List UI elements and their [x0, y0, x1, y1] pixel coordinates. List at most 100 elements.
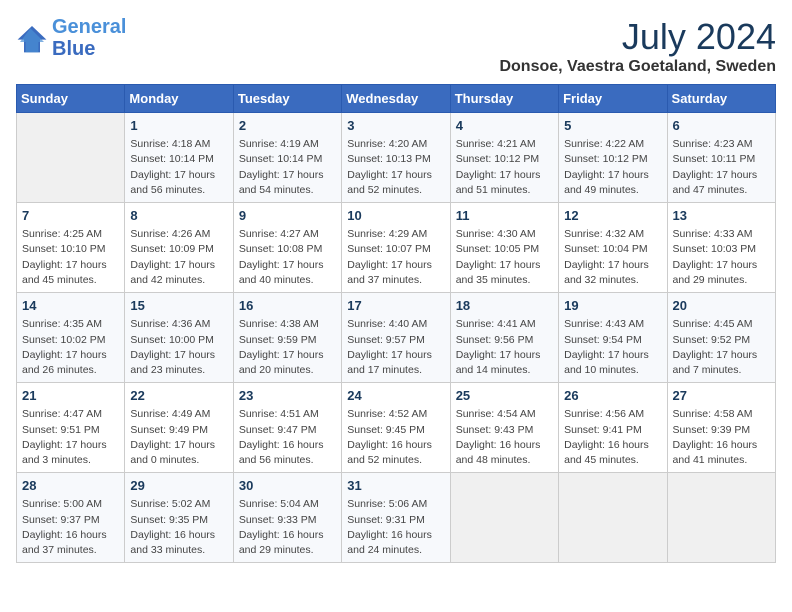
day-info: Sunrise: 4:33 AM Sunset: 10:03 PM Daylig… — [673, 227, 770, 288]
weekday-header-monday: Monday — [125, 85, 233, 113]
day-number: 21 — [22, 387, 119, 405]
title-block: July 2024 Donsoe, Vaestra Goetaland, Swe… — [499, 16, 776, 76]
calendar-cell: 5Sunrise: 4:22 AM Sunset: 10:12 PM Dayli… — [559, 113, 667, 203]
day-info: Sunrise: 4:52 AM Sunset: 9:45 PM Dayligh… — [347, 407, 444, 468]
calendar-cell: 7 Sunrise: 4:25 AM Sunset: 10:10 PM Dayli… — [17, 203, 125, 293]
calendar-cell: 30 Sunrise: 5:04 AM Sunset: 9:33 PM Dayli… — [233, 473, 341, 563]
calendar-cell: 1Sunrise: 4:18 AM Sunset: 10:14 PM Dayli… — [125, 113, 233, 203]
day-number: 14 — [22, 297, 119, 315]
calendar-cell: 11 Sunrise: 4:30 AM Sunset: 10:05 PM Dayl… — [450, 203, 558, 293]
calendar-cell: 4Sunrise: 4:21 AM Sunset: 10:12 PM Dayli… — [450, 113, 558, 203]
calendar-cell — [450, 473, 558, 563]
calendar-cell — [17, 113, 125, 203]
calendar-cell: 31 Sunrise: 5:06 AM Sunset: 9:31 PM Dayli… — [342, 473, 450, 563]
day-number: 25 — [456, 387, 553, 405]
day-info: Sunrise: 4:30 AM Sunset: 10:05 PM Daylig… — [456, 227, 553, 288]
day-info: Sunrise: 4:51 AM Sunset: 9:47 PM Dayligh… — [239, 407, 336, 468]
calendar-cell: 19Sunrise: 4:43 AM Sunset: 9:54 PM Dayli… — [559, 293, 667, 383]
calendar-cell: 22 Sunrise: 4:49 AM Sunset: 9:49 PM Dayli… — [125, 383, 233, 473]
day-info: Sunrise: 4:40 AM Sunset: 9:57 PM Dayligh… — [347, 317, 444, 378]
calendar-cell: 27 Sunrise: 4:58 AM Sunset: 9:39 PM Dayli… — [667, 383, 775, 473]
calendar-cell: 21 Sunrise: 4:47 AM Sunset: 9:51 PM Dayli… — [17, 383, 125, 473]
day-number: 3 — [347, 117, 444, 135]
weekday-header-saturday: Saturday — [667, 85, 775, 113]
day-number: 10 — [347, 207, 444, 225]
day-info: Sunrise: 4:19 AM Sunset: 10:14 PM Daylig… — [239, 137, 336, 198]
calendar-cell: 10 Sunrise: 4:29 AM Sunset: 10:07 PM Dayl… — [342, 203, 450, 293]
day-info: Sunrise: 4:18 AM Sunset: 10:14 PM Daylig… — [130, 137, 227, 198]
day-number: 7 — [22, 207, 119, 225]
day-info: Sunrise: 4:54 AM Sunset: 9:43 PM Dayligh… — [456, 407, 553, 468]
day-info: Sunrise: 4:58 AM Sunset: 9:39 PM Dayligh… — [673, 407, 770, 468]
day-number: 28 — [22, 477, 119, 495]
day-info: Sunrise: 4:35 AM Sunset: 10:02 PM Daylig… — [22, 317, 119, 378]
calendar-cell: 3 Sunrise: 4:20 AM Sunset: 10:13 PM Dayli… — [342, 113, 450, 203]
calendar-cell: 14 Sunrise: 4:35 AM Sunset: 10:02 PM Dayl… — [17, 293, 125, 383]
weekday-header-thursday: Thursday — [450, 85, 558, 113]
day-info: Sunrise: 4:32 AM Sunset: 10:04 PM Daylig… — [564, 227, 661, 288]
week-row-3: 14 Sunrise: 4:35 AM Sunset: 10:02 PM Dayl… — [17, 293, 776, 383]
weekday-header-tuesday: Tuesday — [233, 85, 341, 113]
day-number: 9 — [239, 207, 336, 225]
day-info: Sunrise: 4:26 AM Sunset: 10:09 PM Daylig… — [130, 227, 227, 288]
day-number: 24 — [347, 387, 444, 405]
calendar-cell: 17Sunrise: 4:40 AM Sunset: 9:57 PM Dayli… — [342, 293, 450, 383]
day-info: Sunrise: 4:38 AM Sunset: 9:59 PM Dayligh… — [239, 317, 336, 378]
day-info: Sunrise: 4:49 AM Sunset: 9:49 PM Dayligh… — [130, 407, 227, 468]
day-number: 11 — [456, 207, 553, 225]
day-info: Sunrise: 4:23 AM Sunset: 10:11 PM Daylig… — [673, 137, 770, 198]
day-number: 20 — [673, 297, 770, 315]
day-number: 27 — [673, 387, 770, 405]
calendar-cell: 15Sunrise: 4:36 AM Sunset: 10:00 PM Dayl… — [125, 293, 233, 383]
calendar-cell: 20 Sunrise: 4:45 AM Sunset: 9:52 PM Dayli… — [667, 293, 775, 383]
day-info: Sunrise: 4:41 AM Sunset: 9:56 PM Dayligh… — [456, 317, 553, 378]
logo: GeneralBlue — [16, 16, 126, 60]
day-info: Sunrise: 5:00 AM Sunset: 9:37 PM Dayligh… — [22, 497, 119, 558]
calendar-cell: 25 Sunrise: 4:54 AM Sunset: 9:43 PM Dayli… — [450, 383, 558, 473]
day-info: Sunrise: 4:25 AM Sunset: 10:10 PM Daylig… — [22, 227, 119, 288]
day-number: 5 — [564, 117, 661, 135]
weekday-header-wednesday: Wednesday — [342, 85, 450, 113]
location-title: Donsoe, Vaestra Goetaland, Sweden — [499, 58, 776, 76]
day-info: Sunrise: 4:20 AM Sunset: 10:13 PM Daylig… — [347, 137, 444, 198]
calendar-cell: 13 Sunrise: 4:33 AM Sunset: 10:03 PM Dayl… — [667, 203, 775, 293]
calendar-cell: 2 Sunrise: 4:19 AM Sunset: 10:14 PM Dayli… — [233, 113, 341, 203]
calendar-cell: 8 Sunrise: 4:26 AM Sunset: 10:09 PM Dayli… — [125, 203, 233, 293]
day-number: 22 — [130, 387, 227, 405]
day-number: 2 — [239, 117, 336, 135]
day-info: Sunrise: 4:36 AM Sunset: 10:00 PM Daylig… — [130, 317, 227, 378]
day-number: 16 — [239, 297, 336, 315]
day-number: 12 — [564, 207, 661, 225]
day-info: Sunrise: 5:04 AM Sunset: 9:33 PM Dayligh… — [239, 497, 336, 558]
calendar-cell: 9Sunrise: 4:27 AM Sunset: 10:08 PM Dayli… — [233, 203, 341, 293]
logo-icon — [16, 22, 48, 54]
page-header: GeneralBlue July 2024 Donsoe, Vaestra Go… — [16, 16, 776, 76]
calendar-cell: 24 Sunrise: 4:52 AM Sunset: 9:45 PM Dayli… — [342, 383, 450, 473]
weekday-header-friday: Friday — [559, 85, 667, 113]
month-title: July 2024 — [499, 16, 776, 58]
day-number: 31 — [347, 477, 444, 495]
calendar-cell: 26 Sunrise: 4:56 AM Sunset: 9:41 PM Dayli… — [559, 383, 667, 473]
day-info: Sunrise: 5:06 AM Sunset: 9:31 PM Dayligh… — [347, 497, 444, 558]
day-number: 6 — [673, 117, 770, 135]
day-number: 8 — [130, 207, 227, 225]
day-info: Sunrise: 4:47 AM Sunset: 9:51 PM Dayligh… — [22, 407, 119, 468]
day-number: 13 — [673, 207, 770, 225]
weekday-header-row: SundayMondayTuesdayWednesdayThursdayFrid… — [17, 85, 776, 113]
day-info: Sunrise: 4:56 AM Sunset: 9:41 PM Dayligh… — [564, 407, 661, 468]
day-number: 4 — [456, 117, 553, 135]
calendar-cell: 16 Sunrise: 4:38 AM Sunset: 9:59 PM Dayli… — [233, 293, 341, 383]
week-row-2: 7 Sunrise: 4:25 AM Sunset: 10:10 PM Dayli… — [17, 203, 776, 293]
day-info: Sunrise: 4:45 AM Sunset: 9:52 PM Dayligh… — [673, 317, 770, 378]
day-info: Sunrise: 4:29 AM Sunset: 10:07 PM Daylig… — [347, 227, 444, 288]
day-number: 18 — [456, 297, 553, 315]
week-row-5: 28 Sunrise: 5:00 AM Sunset: 9:37 PM Dayli… — [17, 473, 776, 563]
calendar-cell — [667, 473, 775, 563]
day-info: Sunrise: 5:02 AM Sunset: 9:35 PM Dayligh… — [130, 497, 227, 558]
calendar-cell: 12 Sunrise: 4:32 AM Sunset: 10:04 PM Dayl… — [559, 203, 667, 293]
day-number: 26 — [564, 387, 661, 405]
day-number: 30 — [239, 477, 336, 495]
calendar-cell: 23Sunrise: 4:51 AM Sunset: 9:47 PM Dayli… — [233, 383, 341, 473]
week-row-4: 21 Sunrise: 4:47 AM Sunset: 9:51 PM Dayli… — [17, 383, 776, 473]
calendar-table: SundayMondayTuesdayWednesdayThursdayFrid… — [16, 84, 776, 563]
